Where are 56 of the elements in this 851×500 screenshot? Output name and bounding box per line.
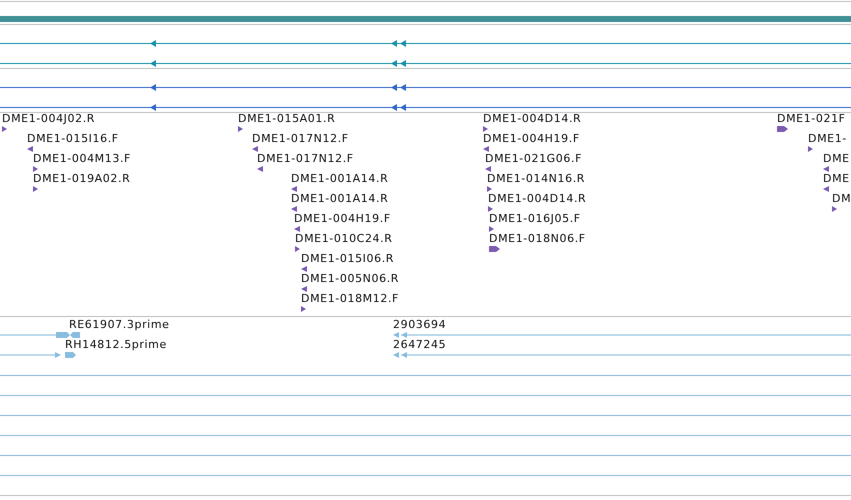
strand-arrow-icon <box>485 166 491 172</box>
strand-arrow-icon <box>238 126 243 132</box>
feature-label: DME1-004J02.R <box>2 112 96 125</box>
feature-label: DME1-017N12.F <box>252 132 349 145</box>
strand-arrow-icon <box>823 186 829 192</box>
feature-label: DME1-010C24.R <box>295 232 392 245</box>
strand-arrow-icon <box>27 146 33 152</box>
feature-label: DME1-004D14.R <box>488 192 586 205</box>
strand-arrow-icon <box>291 206 297 212</box>
strand-arrow-icon <box>832 206 837 212</box>
feature-label: DME1-001A14.R <box>291 172 388 185</box>
feature-label: DME1-016J05.F <box>489 212 581 225</box>
feature-label: DME1-021F <box>777 112 846 125</box>
feature-label: RE61907.3prime <box>69 318 170 331</box>
feature-label: DME1-004H19.F <box>294 212 391 225</box>
feature-label: DME1-014N16.R <box>487 172 586 185</box>
feature-label: DME1-004D14.R <box>483 112 582 125</box>
feature-label: DME1-018M12.F <box>301 292 399 305</box>
feature-label: RH14812.5prime <box>65 338 167 351</box>
feature-label: DME1-004H19.F <box>483 132 580 145</box>
feature-label: 2903694 <box>393 318 446 331</box>
strand-arrow-icon <box>489 246 500 252</box>
feature-label: DME1-001A14.R <box>291 192 388 205</box>
feature-label: DME1- <box>808 132 847 145</box>
feature-label: 2647245 <box>393 338 446 351</box>
strand-arrow-icon <box>488 206 493 212</box>
strand-arrow-icon <box>2 126 7 132</box>
feature-label: DME1-017N12.F <box>257 152 354 165</box>
strand-arrow-icon <box>291 186 297 192</box>
feature-label: DME1-021G06.F <box>485 152 582 165</box>
feature-label: DME1-004M13.F <box>33 152 131 165</box>
strand-arrow-icon <box>777 126 788 132</box>
feature-label: DME <box>823 172 850 185</box>
feature-label: DME1-018N06.F <box>489 232 586 245</box>
strand-arrow-icon <box>301 286 307 292</box>
strand-arrow-icon <box>823 166 829 172</box>
strand-arrow-icon <box>252 146 258 152</box>
strand-arrow-icon <box>257 166 263 172</box>
strand-arrow-icon <box>33 186 38 192</box>
strand-arrow-icon <box>301 266 307 272</box>
strand-arrow-icon <box>294 226 300 232</box>
feature-label: DME1-019A02.R <box>33 172 130 185</box>
strand-arrow-icon <box>483 146 489 152</box>
feature-label: DME1-015I06.R <box>301 252 394 265</box>
feature-label: DME1-015A01.R <box>238 112 336 125</box>
strand-arrow-icon <box>295 246 300 252</box>
feature-label: DME1-005N06.R <box>301 272 400 285</box>
feature-label: DME <box>823 152 850 165</box>
feature-label: DME1-015I16.F <box>27 132 119 145</box>
strand-arrow-icon <box>487 186 492 192</box>
feature-label: DM <box>832 192 851 205</box>
strand-arrow-icon <box>33 166 38 172</box>
strand-arrow-icon <box>489 226 494 232</box>
strand-arrow-icon <box>483 126 488 132</box>
strand-arrow-icon <box>808 146 813 152</box>
strand-arrow-icon <box>301 306 306 312</box>
